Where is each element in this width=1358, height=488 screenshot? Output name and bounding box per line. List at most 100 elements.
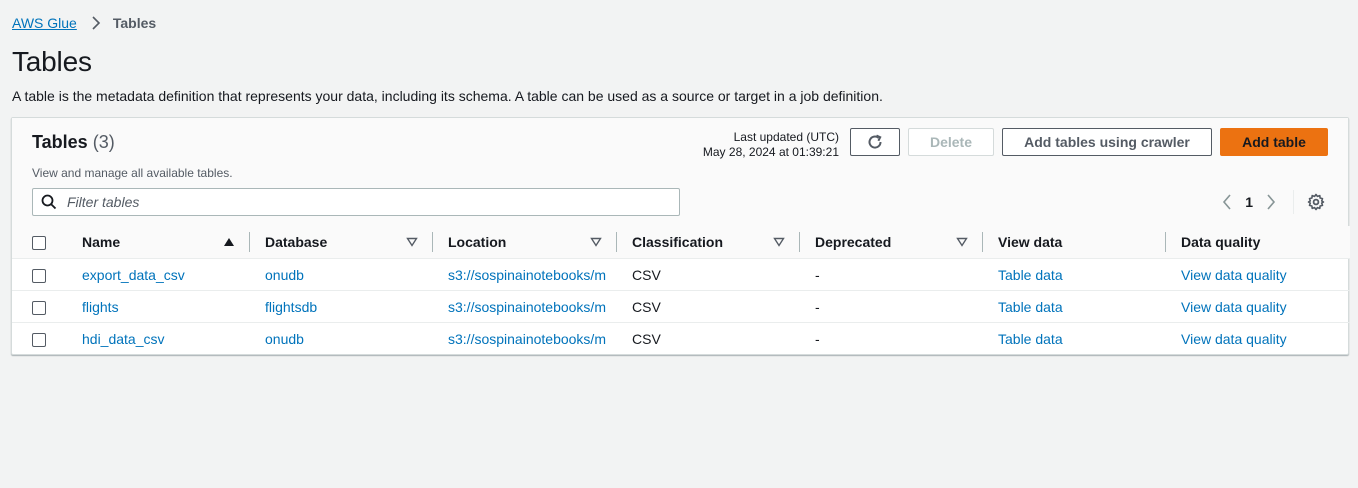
- column-divider: [616, 232, 617, 252]
- column-header-deprecated[interactable]: Deprecated: [799, 226, 982, 259]
- filter-input[interactable]: [67, 194, 647, 210]
- add-tables-crawler-button[interactable]: Add tables using crawler: [1002, 128, 1212, 156]
- table-row: hdi_data_csv onudb s3://sospinainotebook…: [12, 322, 1350, 355]
- sort-icon: [773, 237, 785, 247]
- page-number[interactable]: 1: [1245, 194, 1253, 210]
- column-header-label: Data quality: [1181, 234, 1261, 250]
- refresh-button[interactable]: [850, 128, 900, 156]
- column-divider: [982, 232, 983, 252]
- view-table-data-link[interactable]: Table data: [998, 331, 1063, 347]
- column-header-view-data: View data: [982, 226, 1165, 259]
- delete-button[interactable]: Delete: [908, 128, 994, 156]
- row-checkbox[interactable]: [32, 268, 46, 283]
- column-header-location[interactable]: Location: [432, 226, 616, 259]
- chevron-left-icon: [1223, 194, 1231, 210]
- database-link[interactable]: onudb: [265, 267, 304, 283]
- refresh-icon: [868, 134, 882, 149]
- column-header-name[interactable]: Name: [66, 226, 249, 259]
- location-cell: s3://sospinainotebooks/m: [432, 259, 616, 291]
- add-table-button[interactable]: Add table: [1220, 128, 1328, 156]
- view-table-data-link[interactable]: Table data: [998, 267, 1063, 283]
- sort-icon: [956, 237, 968, 247]
- panel-subtitle: View and manage all available tables.: [32, 166, 233, 180]
- classification-cell: CSV: [616, 290, 799, 323]
- view-table-data-link[interactable]: Table data: [998, 299, 1063, 315]
- name-cell: hdi_data_csv: [66, 322, 249, 355]
- pager-divider: [1293, 190, 1294, 214]
- preferences-button[interactable]: [1304, 190, 1328, 214]
- column-header-label: View data: [998, 234, 1063, 250]
- table-row: flights flightsdb s3://sospinainotebooks…: [12, 290, 1350, 323]
- row-select-cell: [12, 259, 66, 291]
- name-cell: flights: [66, 290, 249, 323]
- location-link[interactable]: s3://sospinainotebooks/m: [448, 267, 606, 283]
- panel-title-text: Tables: [32, 132, 88, 152]
- column-divider: [1165, 232, 1166, 252]
- classification-cell: CSV: [616, 322, 799, 355]
- name-cell: export_data_csv: [66, 259, 249, 291]
- column-header-classification[interactable]: Classification: [616, 226, 799, 259]
- column-header-label: Classification: [632, 234, 724, 250]
- view-data-cell: Table data: [982, 290, 1165, 323]
- next-page-button[interactable]: [1259, 190, 1283, 214]
- column-header-label: Name: [82, 234, 121, 250]
- view-data-quality-link[interactable]: View data quality: [1181, 331, 1287, 347]
- database-link[interactable]: flightsdb: [265, 299, 317, 315]
- gear-icon: [1307, 193, 1325, 211]
- database-link[interactable]: onudb: [265, 331, 304, 347]
- chevron-right-icon: [92, 16, 100, 30]
- row-select-cell: [12, 290, 66, 323]
- data-quality-cell: View data quality: [1165, 290, 1350, 323]
- table-name-link[interactable]: hdi_data_csv: [82, 331, 165, 347]
- view-data-quality-link[interactable]: View data quality: [1181, 267, 1287, 283]
- select-all-checkbox[interactable]: [32, 236, 46, 251]
- location-cell: s3://sospinainotebooks/m: [432, 290, 616, 323]
- deprecated-cell: -: [799, 322, 982, 355]
- sort-icon: [590, 237, 602, 247]
- last-updated: Last updated (UTC) May 28, 2024 at 01:39…: [703, 130, 839, 160]
- column-divider: [432, 232, 433, 252]
- last-updated-label: Last updated (UTC): [733, 130, 839, 144]
- search-icon: [41, 194, 57, 210]
- tables-table: Name Database Location Classification De…: [12, 226, 1350, 355]
- tables-panel: Tables (3) View and manage all available…: [11, 117, 1350, 355]
- view-data-quality-link[interactable]: View data quality: [1181, 299, 1287, 315]
- view-data-cell: Table data: [982, 259, 1165, 291]
- column-header-data-quality: Data quality: [1165, 226, 1350, 259]
- column-header-database[interactable]: Database: [249, 226, 432, 259]
- last-updated-value: May 28, 2024 at 01:39:21: [702, 145, 839, 159]
- table-name-link[interactable]: export_data_csv: [82, 267, 185, 283]
- data-quality-cell: View data quality: [1165, 259, 1350, 291]
- column-divider: [799, 232, 800, 252]
- location-cell: s3://sospinainotebooks/m: [432, 322, 616, 355]
- deprecated-cell: -: [815, 266, 820, 283]
- classification-cell: CSV: [632, 266, 661, 283]
- database-cell: flightsdb: [249, 290, 432, 323]
- sort-icon: [406, 237, 418, 247]
- location-link[interactable]: s3://sospinainotebooks/m: [448, 299, 606, 315]
- database-cell: onudb: [249, 322, 432, 355]
- pagination: 1: [1215, 190, 1328, 214]
- row-select-cell: [12, 322, 66, 355]
- breadcrumb-current: Tables: [112, 15, 157, 31]
- location-link[interactable]: s3://sospinainotebooks/m: [448, 331, 606, 347]
- view-data-cell: Table data: [982, 322, 1165, 355]
- row-checkbox[interactable]: [32, 300, 46, 315]
- column-header-label: Deprecated: [815, 234, 892, 250]
- breadcrumb: AWS Glue Tables: [12, 14, 156, 32]
- table-name-link[interactable]: flights: [82, 299, 119, 315]
- sort-ascending-icon: [224, 238, 234, 246]
- previous-page-button[interactable]: [1215, 190, 1239, 214]
- chevron-right-icon: [1267, 194, 1276, 210]
- table-count: (3): [92, 132, 115, 152]
- breadcrumb-link-aws-glue[interactable]: AWS Glue: [12, 15, 77, 31]
- database-cell: onudb: [249, 259, 432, 291]
- panel-title: Tables (3): [32, 132, 115, 153]
- deprecated-cell: -: [799, 290, 982, 323]
- header-select-all-cell: [12, 226, 66, 259]
- page-description: A table is the metadata definition that …: [12, 88, 883, 104]
- filter-field[interactable]: [32, 188, 680, 216]
- table-header-row: Name Database Location Classification De…: [12, 226, 1350, 259]
- row-checkbox[interactable]: [32, 332, 46, 347]
- column-header-label: Database: [265, 234, 328, 250]
